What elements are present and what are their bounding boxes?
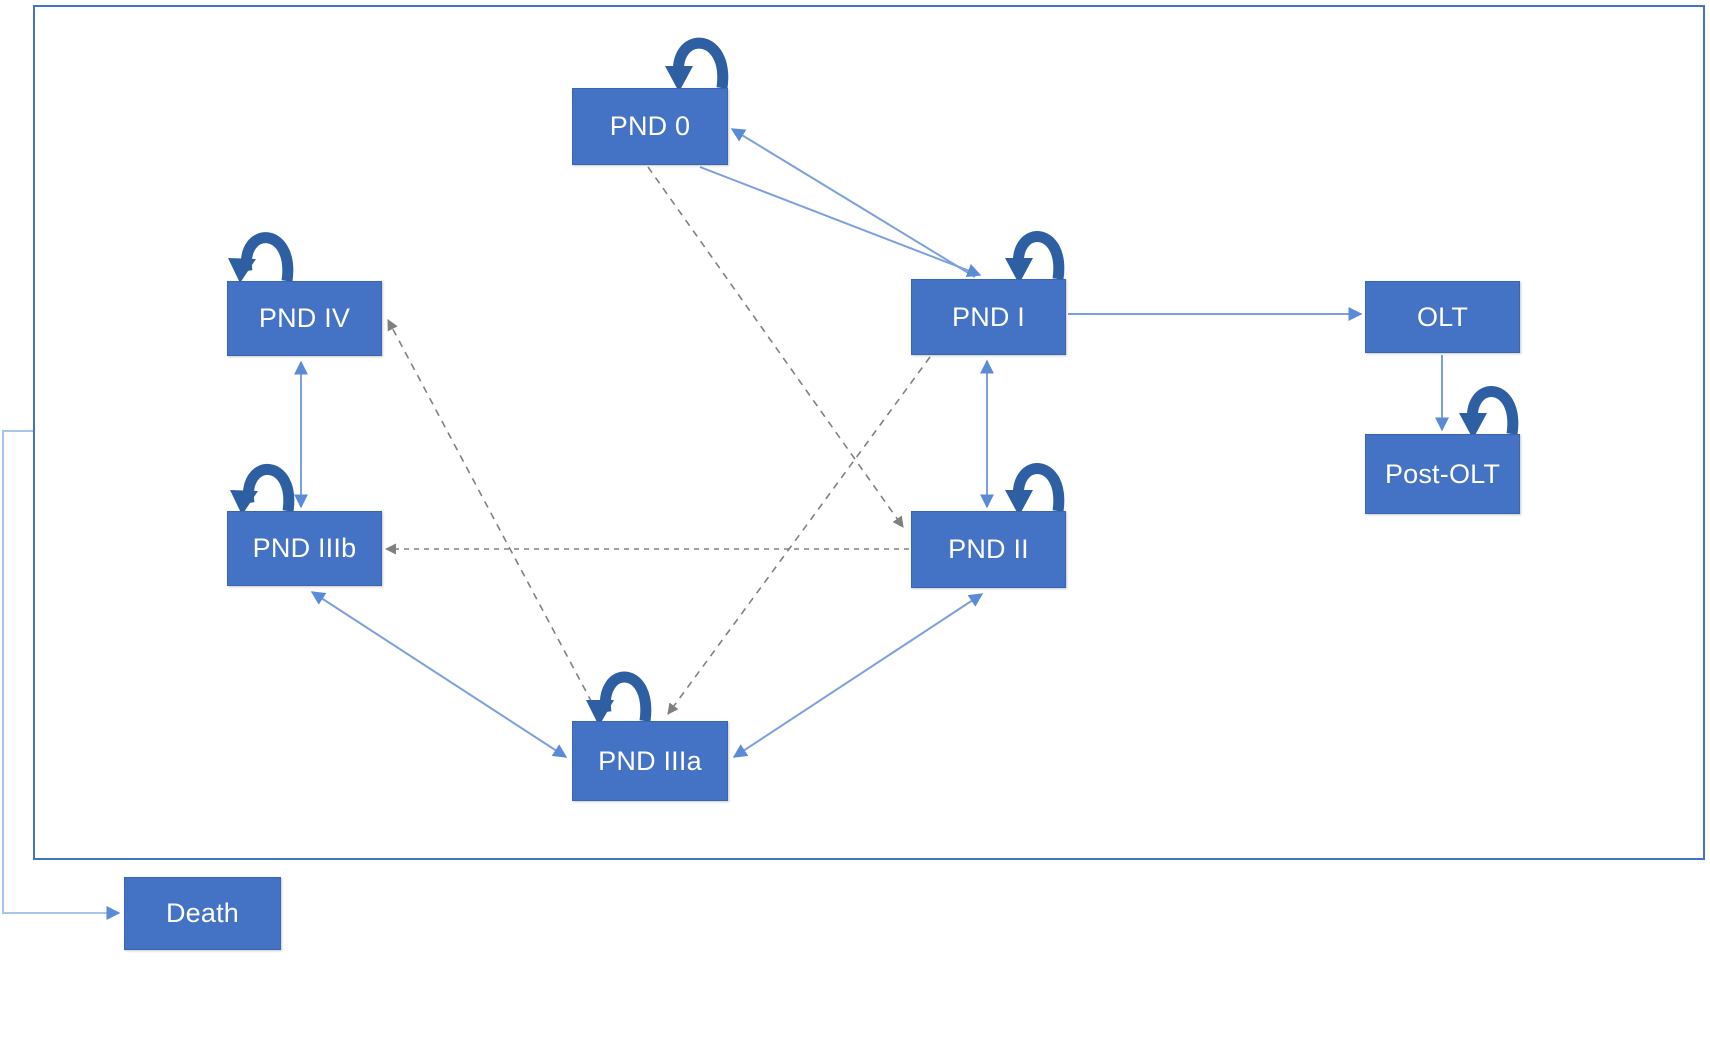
node-pnd-iiia[interactable]: PND IIIa <box>572 721 728 801</box>
node-pnd-ii-label: PND II <box>948 534 1029 564</box>
node-pnd-i-label: PND I <box>951 301 1025 332</box>
node-pnd-iv[interactable]: PND IV <box>227 281 382 356</box>
node-pnd-iiib-label: PND IIIb <box>252 533 357 563</box>
node-olt-label: OLT <box>1416 301 1469 332</box>
node-olt[interactable]: OLT <box>1365 281 1520 353</box>
node-pnd-ii[interactable]: PND II <box>911 511 1066 588</box>
node-pnd-iiib[interactable]: PND IIIb <box>227 511 382 586</box>
node-pnd-iv-label: PND IV <box>258 303 351 333</box>
diagram-canvas: PND 0 PND IV PND I OLT PND IIIb PND II P… <box>0 0 1710 1044</box>
main-state-container <box>33 5 1705 860</box>
node-pnd-0-label: PND 0 <box>609 111 691 141</box>
node-pnd-iiia-label: PND IIIa <box>598 745 702 776</box>
node-post-olt[interactable]: Post-OLT <box>1365 434 1520 514</box>
node-pnd-i[interactable]: PND I <box>911 279 1066 355</box>
node-death[interactable]: Death <box>124 877 281 950</box>
node-death-label: Death <box>165 898 240 928</box>
node-pnd-0[interactable]: PND 0 <box>572 88 728 165</box>
node-post-olt-label: Post-OLT <box>1384 458 1501 489</box>
